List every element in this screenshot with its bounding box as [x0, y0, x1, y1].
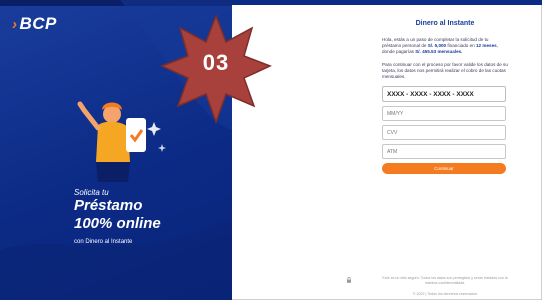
security-notice: Este es un sitio seguro. Todos los datos… [382, 276, 508, 285]
badge-number: 03 [202, 50, 230, 75]
promo-line-2: Préstamo [74, 197, 143, 214]
expiry-input[interactable] [382, 106, 506, 122]
instructions-paragraph: Para continuar con el proceso por favor … [382, 61, 508, 80]
intro-paragraph: Hola, estás a un paso de completar la so… [382, 37, 508, 56]
form-title: Dinero al Instante [415, 20, 475, 27]
continue-button[interactable]: Continuar [382, 163, 506, 175]
header-stripe [232, 0, 542, 5]
card-number-input[interactable] [382, 86, 506, 103]
monthly-installment: S/. 455.53 mensuales. [415, 49, 463, 55]
card-form: Dinero al Instante Hola, estás a un paso… [382, 20, 508, 175]
copyright: © 2022 | Todos los derechos reservados [412, 292, 478, 296]
loan-term: 12 meses [476, 43, 497, 49]
promo-line-3: 100% online [74, 215, 161, 232]
promo-line-4: con Dinero al Instante [74, 239, 133, 245]
lock-icon [347, 277, 351, 283]
promo-text: Solicita tu Préstamo 100% online con Din… [74, 188, 161, 245]
promo-line-1: Solicita tu [74, 188, 109, 197]
cvv-input[interactable] [382, 125, 506, 141]
atm-pin-input[interactable] [382, 144, 506, 160]
intro-text-2: financiado en [446, 43, 476, 49]
loan-amount: S/. 5,000 [427, 43, 447, 49]
